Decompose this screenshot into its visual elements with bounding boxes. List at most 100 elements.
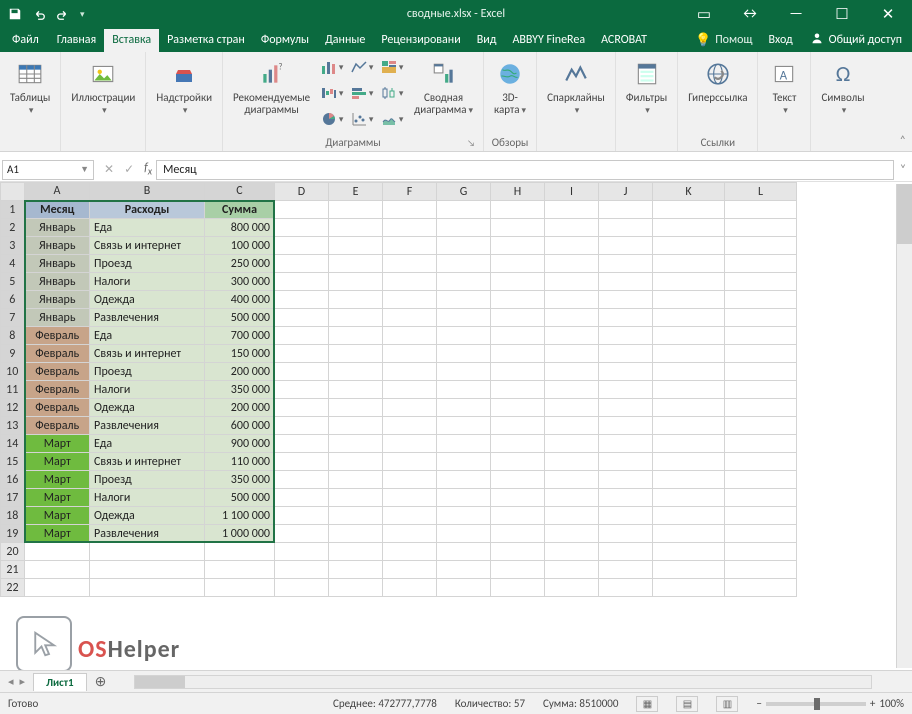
cell[interactable] [383,579,437,597]
cell[interactable]: 250 000 [205,255,275,273]
cell[interactable] [437,219,491,237]
recommended-charts-button[interactable]: ? Рекомендуемые диаграммы [229,56,314,118]
cell[interactable] [491,363,545,381]
cell[interactable]: Налоги [90,489,205,507]
cell[interactable]: Февраль [25,417,90,435]
cell[interactable] [599,363,653,381]
formula-bar[interactable]: Месяц [156,160,894,180]
cell[interactable] [599,435,653,453]
cell[interactable] [491,327,545,345]
cell[interactable]: Январь [25,219,90,237]
cell[interactable] [383,219,437,237]
row-header[interactable]: 4 [1,255,25,273]
cell[interactable] [545,489,599,507]
cell[interactable] [329,345,383,363]
col-header-E[interactable]: E [329,183,383,201]
cell[interactable]: Март [25,453,90,471]
cell[interactable] [653,327,725,345]
cell[interactable] [275,543,329,561]
col-header-D[interactable]: D [275,183,329,201]
cell[interactable] [383,201,437,219]
cell[interactable] [437,291,491,309]
cell[interactable] [491,381,545,399]
cell[interactable]: Январь [25,309,90,327]
hierarchy-chart-icon[interactable] [380,56,404,78]
row-header[interactable]: 9 [1,345,25,363]
cell[interactable] [725,273,797,291]
cell[interactable] [725,345,797,363]
cell[interactable] [275,471,329,489]
cell[interactable] [329,471,383,489]
cell[interactable] [725,579,797,597]
tab-вставка[interactable]: Вставка [104,29,159,52]
cell[interactable]: 1 000 000 [205,525,275,543]
cell[interactable]: Одежда [90,399,205,417]
cell[interactable] [491,543,545,561]
pie-chart-icon[interactable] [320,108,344,130]
cell[interactable] [599,327,653,345]
cell[interactable] [725,327,797,345]
cell[interactable] [599,579,653,597]
cell[interactable]: Февраль [25,327,90,345]
cell[interactable]: Одежда [90,507,205,525]
cell[interactable] [383,381,437,399]
cell[interactable]: Расходы [90,201,205,219]
cell[interactable] [329,381,383,399]
chevron-down-icon[interactable]: ▼ [80,164,89,175]
cell[interactable] [653,363,725,381]
cell[interactable] [491,399,545,417]
cell[interactable] [545,417,599,435]
cell[interactable] [599,399,653,417]
cell[interactable]: Проезд [90,255,205,273]
cell[interactable] [653,543,725,561]
cell[interactable] [275,219,329,237]
tab-рецензировани[interactable]: Рецензировани [373,29,468,52]
cell[interactable] [329,237,383,255]
cell[interactable] [275,273,329,291]
maximize-icon[interactable]: ☐ [828,5,856,24]
cell[interactable] [545,201,599,219]
cell[interactable] [383,345,437,363]
surface-chart-icon[interactable] [380,108,404,130]
cell[interactable] [275,363,329,381]
cell[interactable] [545,255,599,273]
cell[interactable] [725,417,797,435]
col-header-F[interactable]: F [383,183,437,201]
cell[interactable] [491,507,545,525]
save-icon[interactable] [8,7,22,21]
cell[interactable]: 600 000 [205,417,275,435]
row-header[interactable]: 8 [1,327,25,345]
accept-formula-icon[interactable]: ✓ [124,162,134,177]
cell[interactable] [653,237,725,255]
cell[interactable]: 900 000 [205,435,275,453]
cell[interactable]: 350 000 [205,381,275,399]
cell[interactable] [205,543,275,561]
cell[interactable]: Еда [90,327,205,345]
col-header-K[interactable]: K [653,183,725,201]
cell[interactable] [725,489,797,507]
tables-button[interactable]: Таблицы [6,56,54,119]
row-header[interactable]: 6 [1,291,25,309]
cell[interactable] [329,507,383,525]
cell[interactable] [437,327,491,345]
cell[interactable] [491,255,545,273]
sparklines-button[interactable]: Спарклайны [543,56,609,119]
cell[interactable] [653,579,725,597]
cell[interactable] [725,471,797,489]
cell[interactable] [275,201,329,219]
view-page-break-icon[interactable]: ▥ [716,696,738,712]
cell[interactable]: Февраль [25,381,90,399]
cell[interactable] [329,579,383,597]
cell[interactable]: Еда [90,219,205,237]
cell[interactable] [491,471,545,489]
cell[interactable] [725,237,797,255]
cell[interactable]: 500 000 [205,489,275,507]
cell[interactable] [599,255,653,273]
tab-вид[interactable]: Вид [469,29,505,52]
addins-button[interactable]: Надстройки [152,56,216,119]
cell[interactable] [383,471,437,489]
cell[interactable] [437,309,491,327]
cell[interactable] [545,363,599,381]
cell[interactable] [545,525,599,543]
view-normal-icon[interactable]: ▦ [636,696,658,712]
